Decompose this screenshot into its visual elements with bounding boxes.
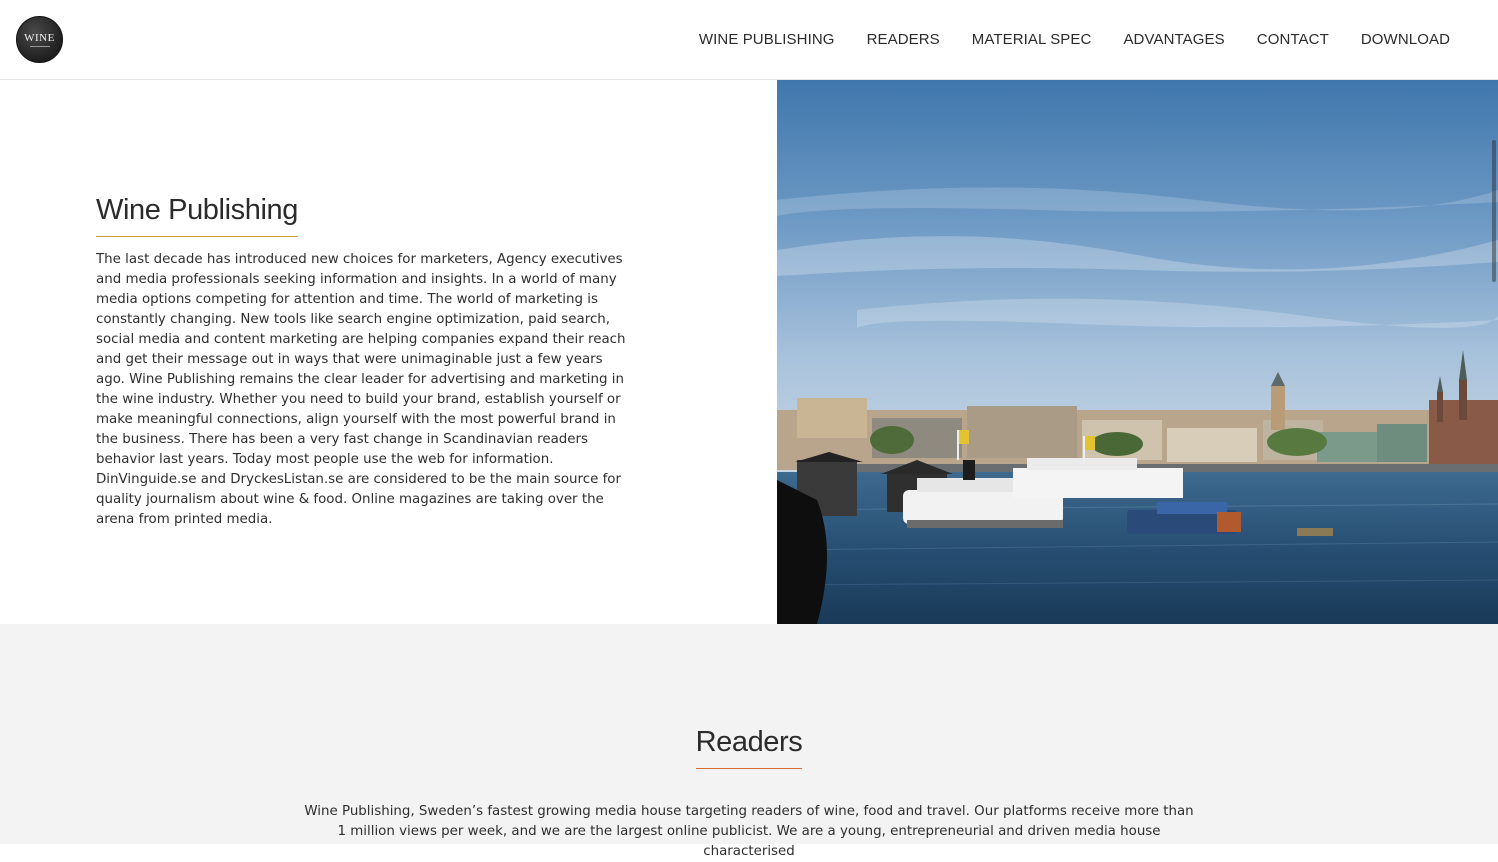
nav-readers[interactable]: READERS xyxy=(867,30,940,50)
readers-paragraph: Wine Publishing, Sweden’s fastest growin… xyxy=(304,804,1194,859)
page-scrollbar[interactable] xyxy=(1492,140,1496,282)
intro-section: Wine Publishing The last decade has intr… xyxy=(0,80,1498,624)
main-nav: WINE PUBLISHING READERS MATERIAL SPEC AD… xyxy=(699,30,1450,50)
nav-advantages[interactable]: ADVANTAGES xyxy=(1123,30,1224,50)
readers-title: Readers xyxy=(695,724,803,769)
intro-text-block: Wine Publishing The last decade has intr… xyxy=(96,192,626,530)
nav-material-spec[interactable]: MATERIAL SPEC xyxy=(972,30,1092,50)
nav-wine-publishing[interactable]: WINE PUBLISHING xyxy=(699,30,835,50)
logo-divider xyxy=(29,45,50,47)
nav-download[interactable]: DOWNLOAD xyxy=(1361,30,1450,50)
site-logo[interactable]: WINE xyxy=(16,16,63,63)
site-header: WINE WINE PUBLISHING READERS MATERIAL SP… xyxy=(0,0,1498,80)
logo-text: WINE xyxy=(24,31,55,44)
hero-image-stockholm-harbor xyxy=(777,80,1498,624)
readers-title-wrap: Readers xyxy=(0,724,1498,769)
intro-paragraph: The last decade has introduced new choic… xyxy=(96,252,626,527)
readers-section: Readers Wine Publishing, Sweden’s fastes… xyxy=(0,624,1498,859)
nav-contact[interactable]: CONTACT xyxy=(1257,30,1329,50)
intro-title: Wine Publishing xyxy=(96,192,298,237)
